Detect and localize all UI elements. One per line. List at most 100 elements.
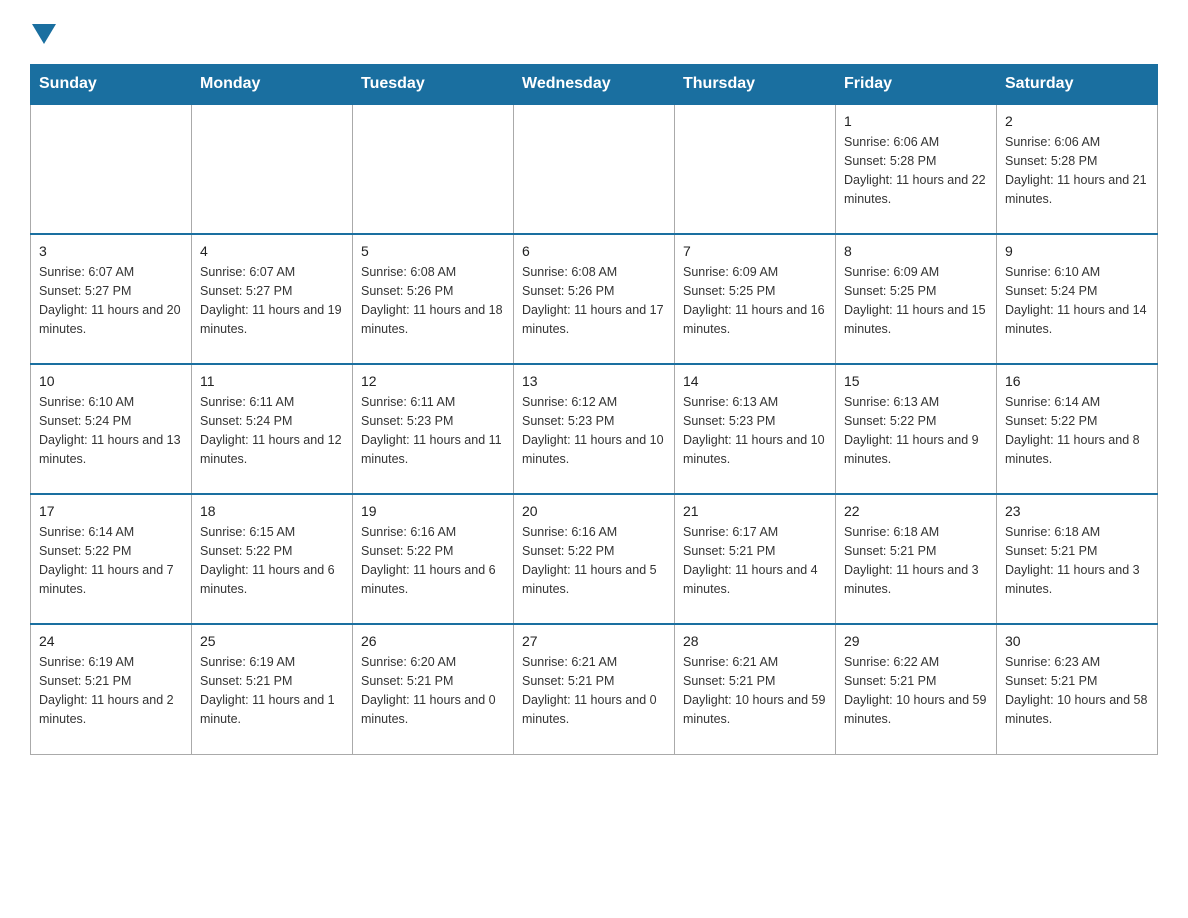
day-info: Sunrise: 6:19 AMSunset: 5:21 PMDaylight:… xyxy=(200,653,344,728)
day-info: Sunrise: 6:15 AMSunset: 5:22 PMDaylight:… xyxy=(200,523,344,598)
calendar-cell: 20Sunrise: 6:16 AMSunset: 5:22 PMDayligh… xyxy=(514,494,675,624)
calendar-cell: 22Sunrise: 6:18 AMSunset: 5:21 PMDayligh… xyxy=(836,494,997,624)
calendar-cell: 19Sunrise: 6:16 AMSunset: 5:22 PMDayligh… xyxy=(353,494,514,624)
calendar-header-row: SundayMondayTuesdayWednesdayThursdayFrid… xyxy=(31,65,1158,105)
day-number: 5 xyxy=(361,241,505,261)
day-number: 16 xyxy=(1005,371,1149,391)
day-info: Sunrise: 6:13 AMSunset: 5:22 PMDaylight:… xyxy=(844,393,988,468)
calendar-week-row: 10Sunrise: 6:10 AMSunset: 5:24 PMDayligh… xyxy=(31,364,1158,494)
calendar-cell: 10Sunrise: 6:10 AMSunset: 5:24 PMDayligh… xyxy=(31,364,192,494)
calendar-week-row: 17Sunrise: 6:14 AMSunset: 5:22 PMDayligh… xyxy=(31,494,1158,624)
day-number: 28 xyxy=(683,631,827,651)
calendar-cell: 4Sunrise: 6:07 AMSunset: 5:27 PMDaylight… xyxy=(192,234,353,364)
day-number: 25 xyxy=(200,631,344,651)
day-info: Sunrise: 6:06 AMSunset: 5:28 PMDaylight:… xyxy=(844,133,988,208)
day-info: Sunrise: 6:12 AMSunset: 5:23 PMDaylight:… xyxy=(522,393,666,468)
day-info: Sunrise: 6:11 AMSunset: 5:23 PMDaylight:… xyxy=(361,393,505,468)
day-number: 11 xyxy=(200,371,344,391)
day-number: 29 xyxy=(844,631,988,651)
day-number: 10 xyxy=(39,371,183,391)
day-number: 21 xyxy=(683,501,827,521)
calendar-cell: 1Sunrise: 6:06 AMSunset: 5:28 PMDaylight… xyxy=(836,104,997,234)
calendar-day-header: Saturday xyxy=(997,65,1158,105)
day-info: Sunrise: 6:18 AMSunset: 5:21 PMDaylight:… xyxy=(1005,523,1149,598)
calendar-cell xyxy=(31,104,192,234)
calendar-cell: 25Sunrise: 6:19 AMSunset: 5:21 PMDayligh… xyxy=(192,624,353,754)
day-number: 2 xyxy=(1005,111,1149,131)
calendar-day-header: Wednesday xyxy=(514,65,675,105)
day-number: 24 xyxy=(39,631,183,651)
day-number: 7 xyxy=(683,241,827,261)
day-info: Sunrise: 6:10 AMSunset: 5:24 PMDaylight:… xyxy=(39,393,183,468)
calendar-day-header: Tuesday xyxy=(353,65,514,105)
calendar-cell: 7Sunrise: 6:09 AMSunset: 5:25 PMDaylight… xyxy=(675,234,836,364)
day-info: Sunrise: 6:14 AMSunset: 5:22 PMDaylight:… xyxy=(39,523,183,598)
day-info: Sunrise: 6:06 AMSunset: 5:28 PMDaylight:… xyxy=(1005,133,1149,208)
day-info: Sunrise: 6:11 AMSunset: 5:24 PMDaylight:… xyxy=(200,393,344,468)
calendar-cell: 26Sunrise: 6:20 AMSunset: 5:21 PMDayligh… xyxy=(353,624,514,754)
calendar-day-header: Monday xyxy=(192,65,353,105)
calendar-week-row: 1Sunrise: 6:06 AMSunset: 5:28 PMDaylight… xyxy=(31,104,1158,234)
calendar-cell: 28Sunrise: 6:21 AMSunset: 5:21 PMDayligh… xyxy=(675,624,836,754)
calendar-cell: 5Sunrise: 6:08 AMSunset: 5:26 PMDaylight… xyxy=(353,234,514,364)
calendar-cell: 2Sunrise: 6:06 AMSunset: 5:28 PMDaylight… xyxy=(997,104,1158,234)
calendar-cell: 29Sunrise: 6:22 AMSunset: 5:21 PMDayligh… xyxy=(836,624,997,754)
calendar-week-row: 24Sunrise: 6:19 AMSunset: 5:21 PMDayligh… xyxy=(31,624,1158,754)
calendar-cell: 9Sunrise: 6:10 AMSunset: 5:24 PMDaylight… xyxy=(997,234,1158,364)
day-info: Sunrise: 6:23 AMSunset: 5:21 PMDaylight:… xyxy=(1005,653,1149,728)
calendar-cell: 27Sunrise: 6:21 AMSunset: 5:21 PMDayligh… xyxy=(514,624,675,754)
day-info: Sunrise: 6:08 AMSunset: 5:26 PMDaylight:… xyxy=(522,263,666,338)
day-number: 23 xyxy=(1005,501,1149,521)
day-number: 17 xyxy=(39,501,183,521)
calendar-day-header: Thursday xyxy=(675,65,836,105)
day-number: 22 xyxy=(844,501,988,521)
calendar-cell: 17Sunrise: 6:14 AMSunset: 5:22 PMDayligh… xyxy=(31,494,192,624)
calendar-week-row: 3Sunrise: 6:07 AMSunset: 5:27 PMDaylight… xyxy=(31,234,1158,364)
calendar-cell: 13Sunrise: 6:12 AMSunset: 5:23 PMDayligh… xyxy=(514,364,675,494)
day-info: Sunrise: 6:20 AMSunset: 5:21 PMDaylight:… xyxy=(361,653,505,728)
day-info: Sunrise: 6:08 AMSunset: 5:26 PMDaylight:… xyxy=(361,263,505,338)
day-info: Sunrise: 6:19 AMSunset: 5:21 PMDaylight:… xyxy=(39,653,183,728)
day-number: 3 xyxy=(39,241,183,261)
day-number: 9 xyxy=(1005,241,1149,261)
calendar-day-header: Sunday xyxy=(31,65,192,105)
calendar-cell: 11Sunrise: 6:11 AMSunset: 5:24 PMDayligh… xyxy=(192,364,353,494)
day-info: Sunrise: 6:07 AMSunset: 5:27 PMDaylight:… xyxy=(39,263,183,338)
day-info: Sunrise: 6:09 AMSunset: 5:25 PMDaylight:… xyxy=(844,263,988,338)
logo-triangle-icon xyxy=(32,24,56,44)
calendar-cell xyxy=(675,104,836,234)
calendar-cell: 15Sunrise: 6:13 AMSunset: 5:22 PMDayligh… xyxy=(836,364,997,494)
day-info: Sunrise: 6:22 AMSunset: 5:21 PMDaylight:… xyxy=(844,653,988,728)
calendar-cell xyxy=(353,104,514,234)
day-info: Sunrise: 6:21 AMSunset: 5:21 PMDaylight:… xyxy=(522,653,666,728)
day-number: 12 xyxy=(361,371,505,391)
day-number: 8 xyxy=(844,241,988,261)
calendar-cell: 6Sunrise: 6:08 AMSunset: 5:26 PMDaylight… xyxy=(514,234,675,364)
page-header xyxy=(30,20,1158,44)
calendar-cell: 3Sunrise: 6:07 AMSunset: 5:27 PMDaylight… xyxy=(31,234,192,364)
day-number: 19 xyxy=(361,501,505,521)
calendar-table: SundayMondayTuesdayWednesdayThursdayFrid… xyxy=(30,64,1158,755)
calendar-day-header: Friday xyxy=(836,65,997,105)
day-number: 20 xyxy=(522,501,666,521)
day-info: Sunrise: 6:17 AMSunset: 5:21 PMDaylight:… xyxy=(683,523,827,598)
day-number: 1 xyxy=(844,111,988,131)
day-number: 27 xyxy=(522,631,666,651)
day-info: Sunrise: 6:07 AMSunset: 5:27 PMDaylight:… xyxy=(200,263,344,338)
day-info: Sunrise: 6:10 AMSunset: 5:24 PMDaylight:… xyxy=(1005,263,1149,338)
day-info: Sunrise: 6:16 AMSunset: 5:22 PMDaylight:… xyxy=(522,523,666,598)
day-number: 26 xyxy=(361,631,505,651)
day-info: Sunrise: 6:14 AMSunset: 5:22 PMDaylight:… xyxy=(1005,393,1149,468)
day-number: 30 xyxy=(1005,631,1149,651)
calendar-cell: 23Sunrise: 6:18 AMSunset: 5:21 PMDayligh… xyxy=(997,494,1158,624)
calendar-cell xyxy=(514,104,675,234)
day-info: Sunrise: 6:09 AMSunset: 5:25 PMDaylight:… xyxy=(683,263,827,338)
calendar-cell: 18Sunrise: 6:15 AMSunset: 5:22 PMDayligh… xyxy=(192,494,353,624)
logo xyxy=(30,20,56,44)
calendar-cell: 16Sunrise: 6:14 AMSunset: 5:22 PMDayligh… xyxy=(997,364,1158,494)
calendar-cell: 14Sunrise: 6:13 AMSunset: 5:23 PMDayligh… xyxy=(675,364,836,494)
day-number: 13 xyxy=(522,371,666,391)
calendar-cell: 12Sunrise: 6:11 AMSunset: 5:23 PMDayligh… xyxy=(353,364,514,494)
calendar-cell: 21Sunrise: 6:17 AMSunset: 5:21 PMDayligh… xyxy=(675,494,836,624)
day-number: 4 xyxy=(200,241,344,261)
